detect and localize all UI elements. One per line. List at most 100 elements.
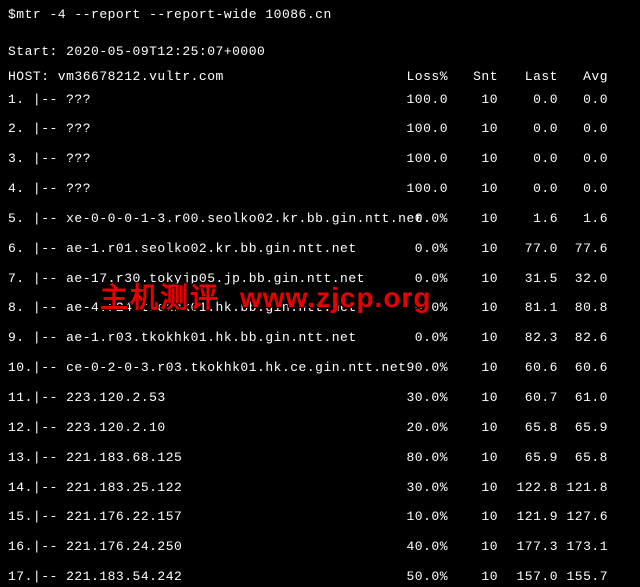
table-row: 17.|-- 221.183.54.24250.0%10157.0155.7 (8, 568, 632, 587)
table-row: 13.|-- 221.183.68.12580.0%1065.965.8 (8, 449, 632, 468)
last-cell: 31.5 (498, 270, 558, 289)
table-row: 4. |-- ???100.0100.00.0 (8, 180, 632, 199)
snt-cell: 10 (448, 568, 498, 587)
hop-cell: 14.|-- 221.183.25.122 (8, 479, 388, 498)
last-cell: 77.0 (498, 240, 558, 259)
hop-cell: 4. |-- ??? (8, 180, 388, 199)
table-header: HOST: vm36678212.vultr.com Loss% Snt Las… (8, 68, 632, 87)
loss-cell: 30.0% (388, 389, 448, 408)
loss-cell: 50.0% (388, 568, 448, 587)
loss-cell: 90.0% (388, 359, 448, 378)
hop-cell: 10.|-- ce-0-2-0-3.r03.tkokhk01.hk.ce.gin… (8, 359, 388, 378)
snt-cell: 10 (448, 299, 498, 318)
header-snt: Snt (448, 68, 498, 87)
hop-cell: 1. |-- ??? (8, 91, 388, 110)
table-row: 14.|-- 221.183.25.12230.0%10122.8121.8 (8, 479, 632, 498)
host-label: HOST: vm36678212.vultr.com (8, 68, 388, 87)
hop-cell: 5. |-- xe-0-0-0-1-3.r00.seolko02.kr.bb.g… (8, 210, 388, 229)
header-avg: Avg (558, 68, 608, 87)
hop-cell: 6. |-- ae-1.r01.seolko02.kr.bb.gin.ntt.n… (8, 240, 388, 259)
avg-cell: 173.1 (558, 538, 608, 557)
last-cell: 60.6 (498, 359, 558, 378)
hop-cell: 16.|-- 221.176.24.250 (8, 538, 388, 557)
loss-cell: 0.0% (388, 299, 448, 318)
last-cell: 0.0 (498, 91, 558, 110)
last-cell: 0.0 (498, 180, 558, 199)
snt-cell: 10 (448, 270, 498, 289)
avg-cell: 121.8 (558, 479, 608, 498)
last-cell: 1.6 (498, 210, 558, 229)
avg-cell: 0.0 (558, 91, 608, 110)
snt-cell: 10 (448, 91, 498, 110)
snt-cell: 10 (448, 479, 498, 498)
loss-cell: 10.0% (388, 508, 448, 527)
avg-cell: 0.0 (558, 120, 608, 139)
hop-cell: 17.|-- 221.183.54.242 (8, 568, 388, 587)
hop-cell: 12.|-- 223.120.2.10 (8, 419, 388, 438)
snt-cell: 10 (448, 389, 498, 408)
loss-cell: 0.0% (388, 270, 448, 289)
snt-cell: 10 (448, 180, 498, 199)
start-line: Start: 2020-05-09T12:25:07+0000 (8, 43, 632, 62)
table-row: 11.|-- 223.120.2.5330.0%1060.761.0 (8, 389, 632, 408)
snt-cell: 10 (448, 449, 498, 468)
table-row: 2. |-- ???100.0100.00.0 (8, 120, 632, 139)
hop-cell: 7. |-- ae-17.r30.tokyjp05.jp.bb.gin.ntt.… (8, 270, 388, 289)
header-loss: Loss% (388, 68, 448, 87)
avg-cell: 1.6 (558, 210, 608, 229)
table-row: 7. |-- ae-17.r30.tokyjp05.jp.bb.gin.ntt.… (8, 270, 632, 289)
table-row: 12.|-- 223.120.2.1020.0%1065.865.9 (8, 419, 632, 438)
table-row: 3. |-- ???100.0100.00.0 (8, 150, 632, 169)
hop-cell: 9. |-- ae-1.r03.tkokhk01.hk.bb.gin.ntt.n… (8, 329, 388, 348)
loss-cell: 100.0 (388, 120, 448, 139)
hop-cell: 15.|-- 221.176.22.157 (8, 508, 388, 527)
avg-cell: 32.0 (558, 270, 608, 289)
loss-cell: 40.0% (388, 538, 448, 557)
command-line: $mtr -4 --report --report-wide 10086.cn (8, 6, 632, 25)
table-row: 5. |-- xe-0-0-0-1-3.r00.seolko02.kr.bb.g… (8, 210, 632, 229)
last-cell: 0.0 (498, 120, 558, 139)
table-row: 1. |-- ???100.0100.00.0 (8, 91, 632, 110)
snt-cell: 10 (448, 508, 498, 527)
avg-cell: 60.6 (558, 359, 608, 378)
snt-cell: 10 (448, 240, 498, 259)
last-cell: 157.0 (498, 568, 558, 587)
last-cell: 82.3 (498, 329, 558, 348)
hop-cell: 3. |-- ??? (8, 150, 388, 169)
avg-cell: 65.9 (558, 419, 608, 438)
loss-cell: 0.0% (388, 210, 448, 229)
table-row: 6. |-- ae-1.r01.seolko02.kr.bb.gin.ntt.n… (8, 240, 632, 259)
last-cell: 81.1 (498, 299, 558, 318)
loss-cell: 0.0% (388, 240, 448, 259)
loss-cell: 80.0% (388, 449, 448, 468)
hop-cell: 2. |-- ??? (8, 120, 388, 139)
hop-cell: 8. |-- ae-4.r24.tkokhk01.hk.bb.gin.ntt.n… (8, 299, 388, 318)
snt-cell: 10 (448, 359, 498, 378)
loss-cell: 20.0% (388, 419, 448, 438)
table-body: 1. |-- ???100.0100.00.02. |-- ???100.010… (8, 91, 632, 587)
avg-cell: 0.0 (558, 150, 608, 169)
last-cell: 65.9 (498, 449, 558, 468)
avg-cell: 155.7 (558, 568, 608, 587)
table-row: 9. |-- ae-1.r03.tkokhk01.hk.bb.gin.ntt.n… (8, 329, 632, 348)
last-cell: 121.9 (498, 508, 558, 527)
avg-cell: 77.6 (558, 240, 608, 259)
snt-cell: 10 (448, 329, 498, 348)
snt-cell: 10 (448, 210, 498, 229)
last-cell: 122.8 (498, 479, 558, 498)
avg-cell: 82.6 (558, 329, 608, 348)
snt-cell: 10 (448, 419, 498, 438)
last-cell: 60.7 (498, 389, 558, 408)
last-cell: 0.0 (498, 150, 558, 169)
header-last: Last (498, 68, 558, 87)
hop-cell: 13.|-- 221.183.68.125 (8, 449, 388, 468)
table-row: 10.|-- ce-0-2-0-3.r03.tkokhk01.hk.ce.gin… (8, 359, 632, 378)
table-row: 8. |-- ae-4.r24.tkokhk01.hk.bb.gin.ntt.n… (8, 299, 632, 318)
hop-cell: 11.|-- 223.120.2.53 (8, 389, 388, 408)
loss-cell: 100.0 (388, 180, 448, 199)
loss-cell: 30.0% (388, 479, 448, 498)
last-cell: 177.3 (498, 538, 558, 557)
avg-cell: 65.8 (558, 449, 608, 468)
snt-cell: 10 (448, 538, 498, 557)
snt-cell: 10 (448, 120, 498, 139)
